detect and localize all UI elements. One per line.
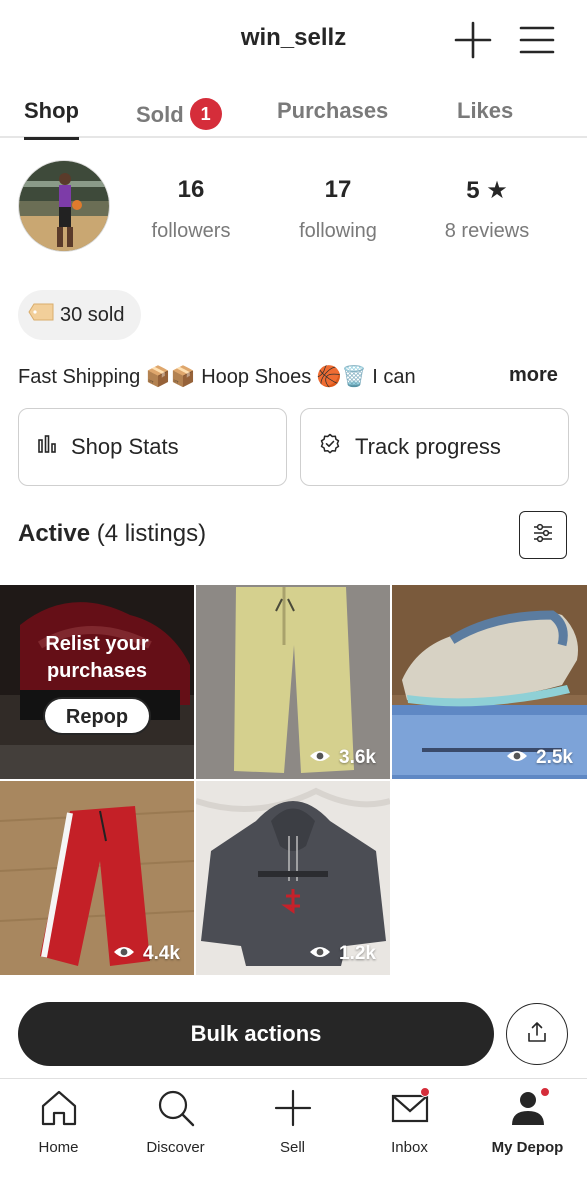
- nav-label: Sell: [279, 1139, 305, 1156]
- bulk-actions-button[interactable]: Bulk actions: [18, 1002, 494, 1066]
- menu-icon[interactable]: [517, 20, 557, 60]
- stat-label: 8 reviews: [444, 220, 530, 242]
- listings-heading: Active (4 listings): [18, 520, 206, 548]
- add-listing-icon[interactable]: [453, 20, 493, 60]
- tab-label: Sold: [136, 102, 184, 127]
- notification-dot: [539, 1087, 550, 1097]
- track-progress-button[interactable]: Track progress: [300, 408, 569, 486]
- listings-count: (4 listings): [96, 520, 207, 547]
- search-icon: [155, 1087, 197, 1129]
- repop-button[interactable]: Repop: [43, 697, 151, 735]
- bio-more-link[interactable]: more: [509, 364, 558, 387]
- reviews-stat[interactable]: 5 ★ 8 reviews: [422, 176, 552, 243]
- avatar[interactable]: [18, 160, 110, 252]
- views-count: 2.5k: [506, 747, 573, 769]
- stat-label: following: [299, 220, 377, 242]
- tab-sold[interactable]: Sold 1: [136, 98, 222, 138]
- eye-icon: [309, 747, 331, 769]
- plus-icon: [272, 1087, 314, 1129]
- listing-item[interactable]: 3.6k: [196, 585, 390, 779]
- home-icon: [38, 1087, 80, 1129]
- stat-value: 5 ★: [466, 177, 508, 204]
- badge-check-icon: [319, 433, 341, 461]
- eye-icon: [113, 943, 135, 965]
- tag-icon: [28, 303, 54, 327]
- nav-discover[interactable]: Discover: [117, 1087, 234, 1156]
- views-count: 1.2k: [309, 943, 376, 965]
- shop-stats-button[interactable]: Shop Stats: [18, 408, 287, 486]
- nav-label: Home: [38, 1139, 79, 1156]
- stat-value: 17: [324, 176, 352, 203]
- nav-label: Inbox: [391, 1139, 428, 1156]
- tab-label: Likes: [457, 98, 514, 123]
- listings-title: Active: [18, 520, 91, 547]
- tab-label: Purchases: [277, 98, 389, 123]
- track-progress-label: Track progress: [355, 434, 501, 459]
- header: win_sellz: [0, 0, 587, 80]
- views-value: 3.6k: [339, 747, 376, 768]
- sold-count-badge: 30 sold: [18, 290, 141, 340]
- listing-item[interactable]: 2.5k: [392, 585, 587, 779]
- tab-likes[interactable]: Likes: [457, 98, 513, 138]
- bio-fade: [420, 360, 510, 392]
- profile-tabs: Shop Sold 1 Purchases Likes: [0, 90, 587, 140]
- mail-icon: [389, 1087, 431, 1129]
- nav-sell[interactable]: Sell: [234, 1087, 351, 1156]
- sold-count: 30 sold: [60, 303, 125, 326]
- following-stat[interactable]: 17 following: [273, 176, 403, 243]
- notification-dot: [419, 1087, 430, 1097]
- eye-icon: [506, 747, 528, 769]
- bar-chart-icon: [37, 434, 57, 460]
- listing-item[interactable]: 1.2k: [196, 781, 390, 975]
- notification-badge: 1: [189, 98, 222, 130]
- views-count: 4.4k: [113, 943, 180, 965]
- views-value: 1.2k: [339, 943, 376, 964]
- page-title: win_sellz: [240, 24, 347, 51]
- views-count: 3.6k: [309, 747, 376, 769]
- tab-purchases[interactable]: Purchases: [277, 98, 388, 138]
- share-button[interactable]: [506, 1003, 568, 1065]
- eye-icon: [309, 943, 331, 965]
- views-value: 4.4k: [143, 943, 180, 964]
- user-icon: [507, 1087, 550, 1129]
- views-value: 2.5k: [536, 747, 573, 768]
- share-icon: [526, 1021, 548, 1048]
- sliders-icon: [532, 522, 554, 549]
- bottom-navigation: Home Discover Sell Inbox My Depop: [0, 1078, 587, 1200]
- stat-label: followers: [151, 220, 231, 242]
- nav-inbox[interactable]: Inbox: [351, 1087, 468, 1156]
- relist-text: Relist your purchases: [45, 633, 149, 682]
- nav-label: Discover: [146, 1139, 205, 1156]
- nav-label: My Depop: [491, 1139, 564, 1156]
- nav-home[interactable]: Home: [0, 1087, 117, 1156]
- followers-stat[interactable]: 16 followers: [126, 176, 256, 243]
- shop-stats-label: Shop Stats: [71, 434, 179, 459]
- nav-my-depop[interactable]: My Depop: [469, 1087, 586, 1156]
- listing-item[interactable]: 4.4k: [0, 781, 194, 975]
- tab-label: Shop: [24, 98, 79, 123]
- relist-card[interactable]: Relist your purchases Repop: [0, 585, 194, 779]
- filter-button[interactable]: [519, 511, 567, 559]
- stat-value: 16: [177, 176, 205, 203]
- tab-shop[interactable]: Shop: [24, 98, 79, 140]
